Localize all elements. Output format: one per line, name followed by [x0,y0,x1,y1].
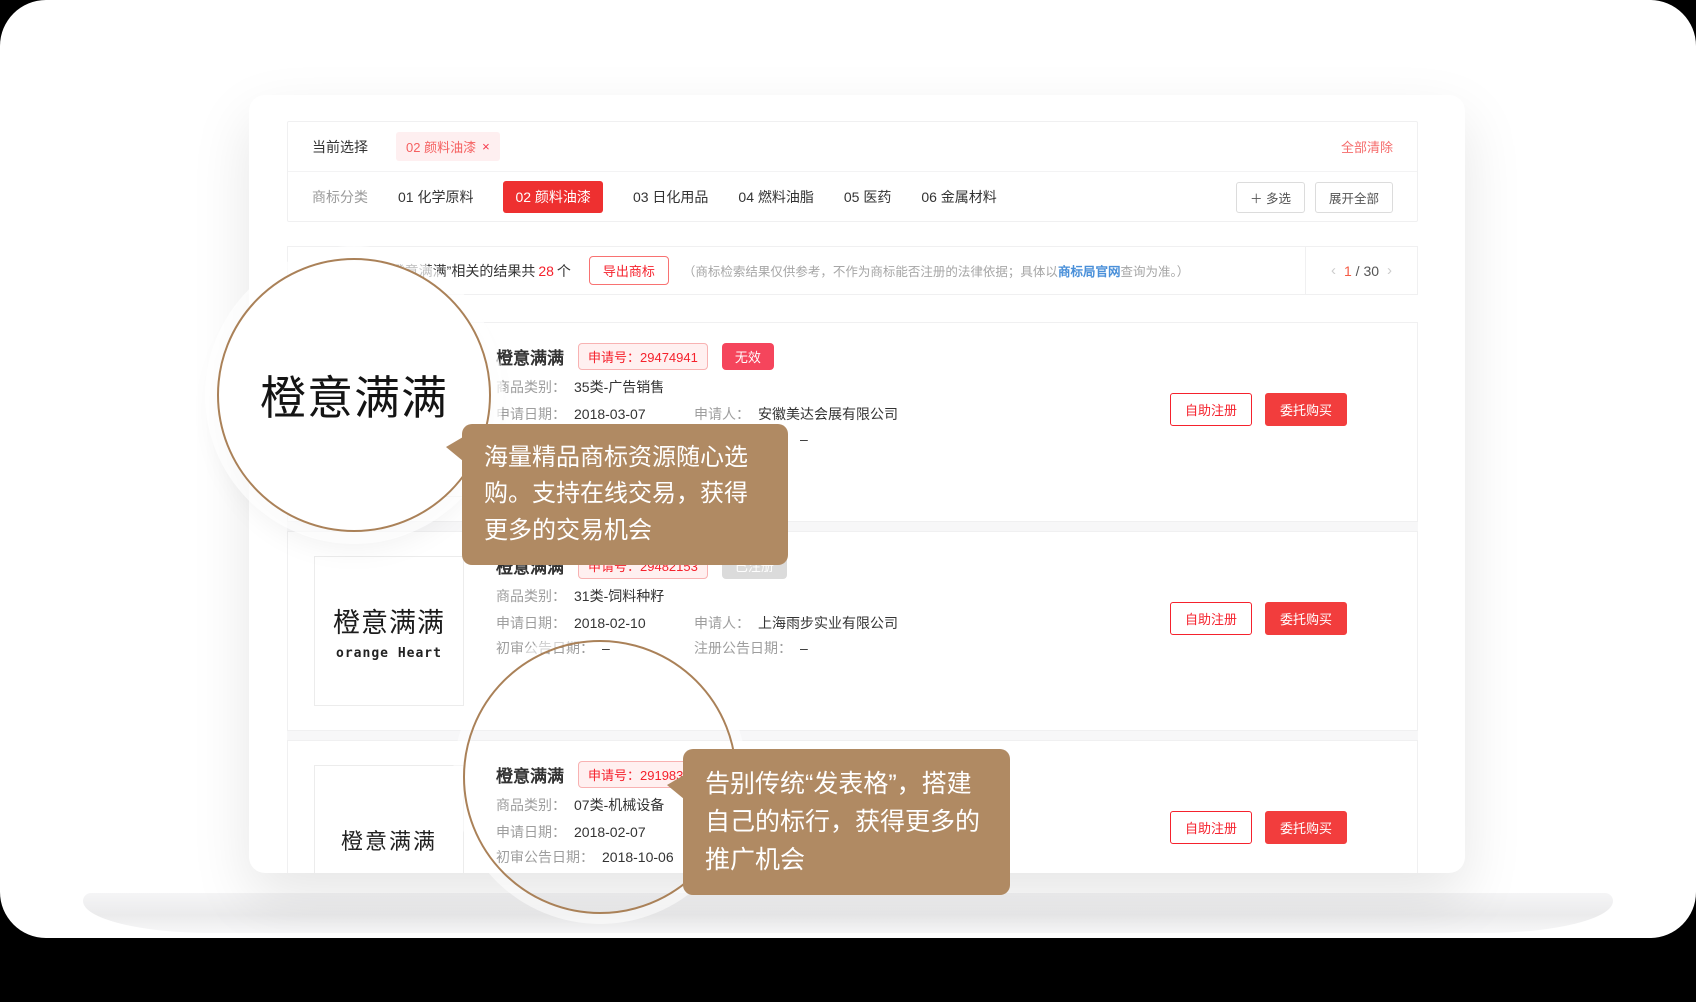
trademark-image-text: 橙意满满 [333,601,445,640]
date-value: 2018-02-10 [574,615,646,631]
entrust-buy-button[interactable]: 委托购买 [1265,811,1347,844]
tab-01-chemical[interactable]: 01 化学原料 [398,187,473,207]
reg-pub-field-label: 注册公告日期： [694,640,792,656]
export-trademarks-button[interactable]: 导出商标 [589,256,669,285]
prev-page-icon[interactable]: ‹ [1331,262,1336,279]
category-label: 商标分类 [312,187,368,207]
trademark-image[interactable]: 橙意满满 orange Heart [314,556,464,706]
expand-all-button[interactable]: 展开全部 [1315,182,1393,213]
results-header: 为您检索到“橙意满满”相关的结果共 28 个 导出商标 （商标检索结果仅供参考，… [287,246,1418,295]
next-page-icon[interactable]: › [1387,262,1392,279]
date-value: 2018-03-07 [574,406,646,422]
date-field-label: 申请日期： [496,615,566,631]
callout-tooltip-promotion: 告别传统“发表格”，搭建自己的标行，获得更多的推广机会 [683,749,1010,895]
applicant-field-label: 申请人： [694,406,750,422]
reg-pub-value: – [800,640,808,656]
category-value: 35类-广告销售 [574,379,664,395]
current-selection-label: 当前选择 [312,137,368,157]
selected-filter-label: 02 颜料油漆 [406,137,476,156]
current-page: 1 [1344,263,1352,279]
magnified-trademark-text: 橙意满满 [260,362,448,428]
callout-text: 告别传统“发表格”，搭建自己的标行，获得更多的推广机会 [705,770,980,874]
results-disclaimer: （商标检索结果仅供参考，不作为商标能否注册的法律依据；具体以商标局官网查询为准。… [683,261,1189,280]
pagination: ‹ 1 / 30 › [1305,247,1417,294]
category-tabs-row: 商标分类 01 化学原料 02 颜料油漆 03 日化用品 04 燃料油脂 05 … [288,172,1417,222]
tab-04-fuel[interactable]: 04 燃料油脂 [738,187,813,207]
applicant-field-label: 申请人： [694,615,750,631]
page-background: 当前选择 02 颜料油漆 × 全部清除 商标分类 01 化学原料 02 颜料油漆… [0,0,1696,938]
tab-03-cosmetics[interactable]: 03 日化用品 [633,187,708,207]
category-value: 31类-饲料种籽 [574,588,664,604]
summary-unit: 个 [557,261,571,281]
magnifier-circle-trademark: 橙意满满 [217,258,491,532]
page-separator: / [1356,263,1360,279]
total-pages: 30 [1363,263,1379,279]
date-field-label: 申请日期： [496,406,566,422]
trademark-image[interactable]: 橙意满满 [314,765,464,873]
callout-text: 海量精品商标资源随心选购。支持在线交易，获得更多的交易机会 [484,444,748,544]
applicant-value: 安徽美达会展有限公司 [758,406,898,422]
table-row: 橙意满满 orange Heart 橙意满满 申请号：29482153 已注册 … [287,531,1418,731]
reg-pub-value: – [800,431,808,447]
disclaimer-text-end: 查询为准。） [1120,265,1189,279]
clear-all-button[interactable]: 全部清除 [1341,137,1393,156]
current-selection-row: 当前选择 02 颜料油漆 × 全部清除 [288,122,1417,172]
category-field-label: 商品类别： [496,588,566,604]
category-field-label: 商品类别： [496,379,566,395]
entrust-buy-button[interactable]: 委托购买 [1265,602,1347,635]
self-register-button[interactable]: 自助注册 [1170,602,1252,635]
application-number-chip: 申请号：29474941 [578,343,708,370]
entrust-buy-button[interactable]: 委托购买 [1265,393,1347,426]
laptop-base [83,893,1613,933]
applicant-value: 上海雨步实业有限公司 [758,615,898,631]
selected-filter-tag[interactable]: 02 颜料油漆 × [396,132,500,161]
tab-actions: ＋ 多选 展开全部 [1236,182,1393,213]
tab-05-medicine[interactable]: 05 医药 [844,187,891,207]
trademark-name: 橙意满满 [496,344,564,369]
status-badge: 无效 [722,343,774,370]
trademark-image-text: 橙意满满 [341,824,437,856]
summary-count: 28 [538,263,554,279]
category-tabs: 01 化学原料 02 颜料油漆 03 日化用品 04 燃料油脂 05 医药 06… [398,181,997,213]
filter-header: 当前选择 02 颜料油漆 × 全部清除 商标分类 01 化学原料 02 颜料油漆… [287,121,1418,222]
tab-02-paint-active[interactable]: 02 颜料油漆 [503,181,602,213]
self-register-button[interactable]: 自助注册 [1170,393,1252,426]
remove-filter-icon[interactable]: × [482,139,490,154]
multi-select-button[interactable]: ＋ 多选 [1236,182,1305,213]
tab-06-metal[interactable]: 06 金属材料 [921,187,996,207]
self-register-button[interactable]: 自助注册 [1170,811,1252,844]
trademark-image-subtext: orange Heart [336,646,442,661]
disclaimer-text: （商标检索结果仅供参考，不作为商标能否注册的法律依据；具体以 [683,265,1058,279]
callout-tooltip-marketplace: 海量精品商标资源随心选购。支持在线交易，获得更多的交易机会 [462,424,788,565]
trademark-office-link[interactable]: 商标局官网 [1058,265,1121,279]
results-summary: 为您检索到“橙意满满”相关的结果共 28 个 导出商标 （商标检索结果仅供参考，… [288,256,1305,285]
screenshot-canvas: 当前选择 02 颜料油漆 × 全部清除 商标分类 01 化学原料 02 颜料油漆… [0,0,1696,1002]
